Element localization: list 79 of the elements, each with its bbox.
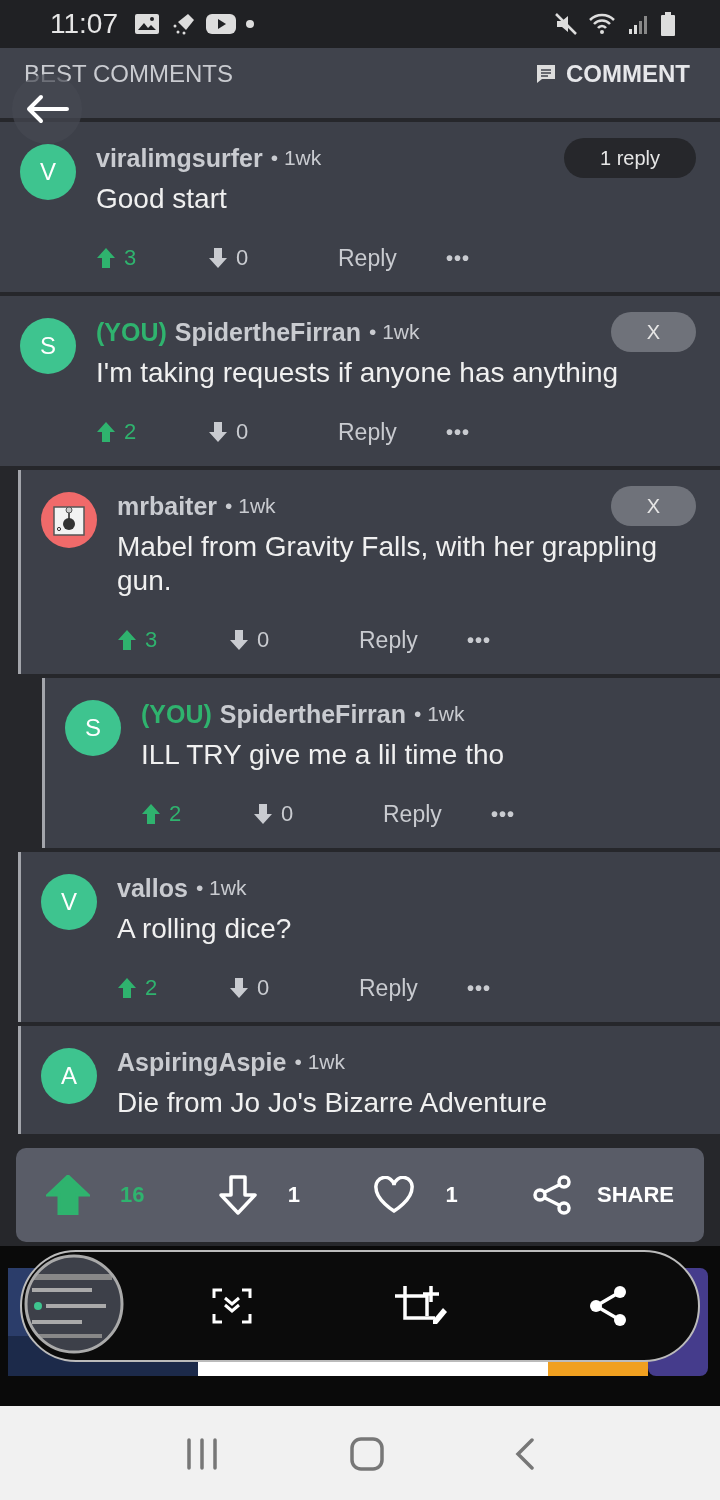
- avatar: V: [20, 144, 76, 200]
- share-button[interactable]: SHARE: [530, 1174, 674, 1216]
- downvote-button[interactable]: 1: [217, 1175, 301, 1215]
- author-name[interactable]: (YOU) SpidertheFirran: [96, 317, 361, 347]
- comment-icon: [536, 64, 556, 84]
- comment-age: • 1wk: [369, 320, 420, 344]
- more-button[interactable]: •••: [467, 976, 491, 1000]
- comment-text: A rolling dice?: [117, 912, 293, 946]
- reply-button[interactable]: Reply: [383, 800, 491, 828]
- heart-icon: [373, 1176, 416, 1214]
- downvote-button[interactable]: 0: [208, 419, 338, 445]
- more-button[interactable]: •••: [446, 420, 470, 444]
- upvote-button[interactable]: 2: [141, 801, 253, 827]
- comment-age: • 1wk: [294, 1050, 345, 1074]
- dot-icon: [246, 20, 254, 28]
- close-button[interactable]: X: [610, 312, 696, 352]
- reply-button[interactable]: Reply: [359, 974, 467, 1002]
- upvote-icon: [46, 1175, 90, 1215]
- downvote-button[interactable]: 0: [208, 245, 338, 271]
- reply-button[interactable]: Reply: [338, 418, 446, 446]
- upvote-icon: [96, 421, 116, 443]
- author-name[interactable]: AspiringAspie: [117, 1047, 287, 1077]
- downvote-icon: [217, 1175, 258, 1215]
- reply-button[interactable]: Reply: [338, 244, 446, 272]
- upvote-button[interactable]: 2: [96, 419, 208, 445]
- reply-button[interactable]: Reply: [359, 626, 467, 654]
- more-button[interactable]: •••: [446, 246, 470, 270]
- signal-icon: [628, 13, 650, 35]
- more-button[interactable]: •••: [467, 628, 491, 652]
- upvote-icon: [117, 977, 137, 999]
- back-icon[interactable]: [514, 1438, 535, 1470]
- scroll-capture-icon[interactable]: [212, 1288, 253, 1324]
- clock: 11:07: [50, 8, 118, 40]
- video-icon: [206, 13, 236, 35]
- author-name[interactable]: viralimgsurfer: [96, 143, 263, 173]
- share-icon: [530, 1174, 573, 1216]
- upvote-button[interactable]: 3: [96, 245, 208, 271]
- downvote-icon: [229, 629, 249, 651]
- upvote-icon: [117, 629, 137, 651]
- battery-icon: [660, 12, 676, 36]
- back-arrow-icon: [25, 94, 69, 124]
- comment-text: Good start: [96, 182, 228, 216]
- comment-age: • 1wk: [414, 702, 465, 726]
- comment-text: I'm taking requests if anyone has anything: [96, 356, 620, 390]
- author-name[interactable]: (YOU) SpidertheFirran: [141, 699, 406, 729]
- upvote-icon: [141, 803, 161, 825]
- comment-age: • 1wk: [225, 494, 276, 518]
- comment-age: • 1wk: [270, 146, 322, 170]
- replies-button[interactable]: 1 reply: [563, 138, 696, 178]
- more-button[interactable]: •••: [491, 802, 515, 826]
- recents-icon[interactable]: [185, 1438, 220, 1470]
- avatar: A: [41, 1048, 97, 1104]
- upvote-button[interactable]: 3: [117, 627, 229, 653]
- downvote-icon: [229, 977, 249, 999]
- comment-text: Mabel from Gravity Falls, with her grappling gun.: [117, 530, 658, 598]
- avatar: S: [65, 700, 121, 756]
- downvote-icon: [253, 803, 273, 825]
- like-button[interactable]: 1: [373, 1176, 458, 1214]
- downvote-icon: [208, 247, 228, 269]
- avatar: S: [20, 318, 76, 374]
- comment-button[interactable]: COMMENT: [536, 60, 690, 88]
- comment-age: • 1wk: [195, 876, 247, 900]
- downvote-button[interactable]: 0: [253, 801, 383, 827]
- author-name[interactable]: vallos: [117, 873, 188, 903]
- section-title: BEST COMMENTS: [24, 60, 233, 88]
- upvote-button[interactable]: 2: [117, 975, 229, 1001]
- image-icon: [134, 13, 160, 35]
- avatar: V: [41, 874, 97, 930]
- upvote-icon: [96, 247, 116, 269]
- author-name[interactable]: mrbaiter: [117, 491, 218, 521]
- comment-text: ILL TRY give me a lil time tho: [141, 738, 506, 772]
- downvote-icon: [208, 421, 228, 443]
- downvote-button[interactable]: 0: [229, 627, 359, 653]
- mute-icon: [554, 12, 578, 36]
- share-icon[interactable]: [587, 1284, 628, 1328]
- home-icon[interactable]: [350, 1437, 384, 1471]
- comment-text: Die from Jo Jo's Bizarre Adventure: [117, 1086, 549, 1120]
- close-button[interactable]: X: [610, 486, 696, 526]
- downvote-button[interactable]: 0: [229, 975, 359, 1001]
